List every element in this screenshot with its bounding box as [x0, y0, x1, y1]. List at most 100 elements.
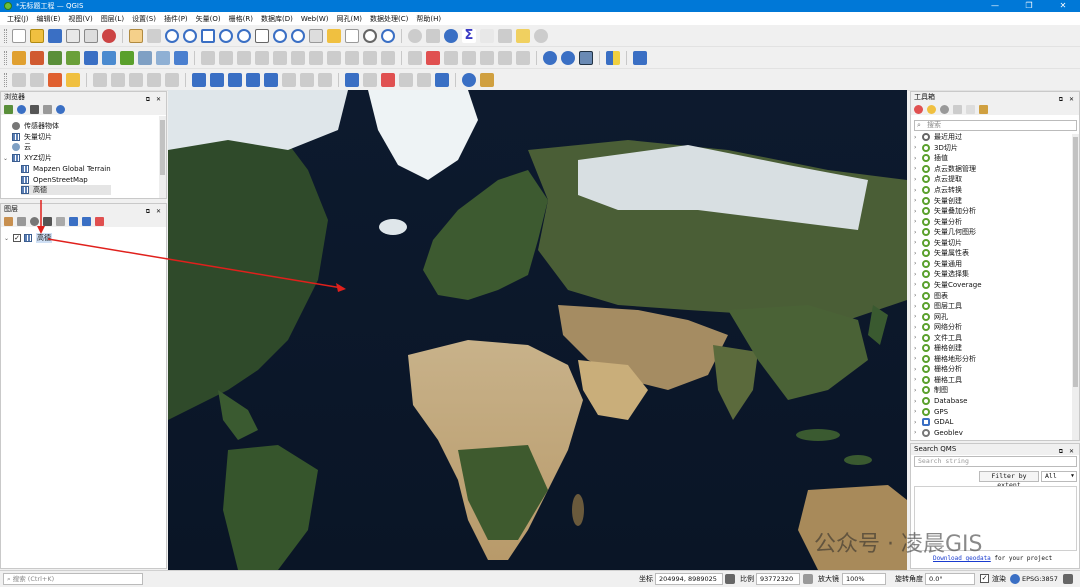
toolbar-grip[interactable]	[4, 28, 7, 43]
filter-icon[interactable]	[30, 104, 39, 114]
toolbox-group-item[interactable]: › 栅格分析	[914, 364, 962, 375]
toolbox-group-item[interactable]: › GDAL	[914, 417, 953, 428]
redo-icon[interactable]	[381, 50, 395, 65]
options-icon[interactable]	[979, 104, 988, 114]
select-by-value-icon[interactable]	[30, 72, 44, 87]
locator-search-input[interactable]: ⌕ 搜索 (Ctrl+K)	[3, 573, 143, 585]
new-project-icon[interactable]	[12, 28, 26, 43]
satellite-world-map[interactable]	[168, 90, 907, 570]
expand-arrow-icon[interactable]: ›	[914, 345, 922, 352]
toolbox-group-item[interactable]: › 网络分析	[914, 322, 962, 333]
toolbox-group-item[interactable]: › 文件工具	[914, 332, 962, 343]
menu-processing[interactable]: 数据处理(C)	[366, 14, 412, 24]
qms-panel-icon[interactable]	[579, 50, 593, 65]
expand-arrow-icon[interactable]: ›	[914, 155, 922, 162]
expand-arrow-icon[interactable]: ›	[914, 366, 922, 373]
toolbox-group-item[interactable]: › 点云转换	[914, 185, 962, 196]
map-tips-icon[interactable]	[516, 28, 530, 43]
add-vector-layer-icon[interactable]	[30, 50, 44, 65]
text-annotation-icon[interactable]	[192, 72, 206, 87]
browser-item[interactable]: OpenStreetMap	[21, 175, 88, 185]
expand-arrow-icon[interactable]: ›	[914, 260, 922, 267]
info-icon[interactable]	[462, 72, 476, 87]
expand-arrow-icon[interactable]: ›	[914, 218, 922, 225]
menu-plugins[interactable]: 插件(P)	[160, 14, 192, 24]
coordinate-toggle-icon[interactable]	[725, 574, 735, 584]
label-show-hide-icon[interactable]	[462, 50, 476, 65]
add-mesh-layer-icon[interactable]	[66, 50, 80, 65]
crs-label[interactable]: EPSG:3857	[1022, 574, 1058, 585]
filter-select[interactable]: All ▼	[1041, 471, 1077, 482]
qms-search-input[interactable]: Search string	[914, 456, 1077, 467]
toolbox-group-item[interactable]: › 插值	[914, 153, 948, 164]
advanced-digitize-icon[interactable]	[93, 72, 107, 87]
toolbox-group-item[interactable]: › 栅格地形分析	[914, 354, 976, 365]
toolbox-search-input[interactable]: ⌕ 搜索	[914, 120, 1077, 131]
toolbox-group-item[interactable]: › Database	[914, 396, 967, 407]
remove-layer-icon[interactable]	[95, 216, 104, 226]
maximize-button[interactable]: ❐	[1012, 0, 1046, 12]
toolbox-scrollbar[interactable]	[1072, 134, 1079, 440]
digitize-icon[interactable]	[201, 50, 215, 65]
pan-hand-icon[interactable]	[129, 28, 143, 43]
select-features-icon[interactable]	[12, 72, 26, 87]
render-checkbox[interactable]: ✓	[980, 574, 989, 583]
toolbox-group-item[interactable]: › Geoblev	[914, 427, 963, 438]
toolbox-group-item[interactable]: › 矢量Coverage	[914, 280, 982, 291]
zoom-out-icon[interactable]	[183, 28, 197, 43]
toolbar-grip[interactable]	[4, 72, 7, 87]
label-move-icon[interactable]	[480, 50, 494, 65]
add-wfs-icon[interactable]	[156, 50, 170, 65]
attributes-table-icon[interactable]	[426, 28, 440, 43]
toolbox-group-item[interactable]: › 栅格工具	[914, 375, 962, 386]
add-feature-icon[interactable]	[255, 50, 269, 65]
data-source-manager-icon[interactable]	[12, 50, 26, 65]
manage-visibility-icon[interactable]	[30, 216, 39, 226]
toolbox-group-item[interactable]: › 矢量分析	[914, 216, 962, 227]
node-tool-icon[interactable]	[264, 72, 278, 87]
delete-selected-icon[interactable]	[291, 50, 305, 65]
expand-arrow-icon[interactable]: ›	[914, 271, 922, 278]
scrollbar-thumb[interactable]	[160, 120, 165, 175]
browser-item[interactable]: Mapzen Global Terrain	[21, 164, 111, 174]
help-icon[interactable]	[633, 50, 647, 65]
add-group-icon[interactable]	[17, 216, 26, 226]
toolbox-group-item[interactable]: › 矢量切片	[914, 238, 962, 249]
browser-scrollbar[interactable]	[159, 116, 166, 198]
toolbox-group-item[interactable]: › 图表	[914, 290, 948, 301]
save-project-icon[interactable]	[48, 28, 62, 43]
expand-arrow-icon[interactable]: ›	[914, 197, 922, 204]
menu-mesh[interactable]: 网孔(M)	[332, 14, 366, 24]
toolbox-group-item[interactable]: › 网孔	[914, 311, 948, 322]
menu-edit[interactable]: 编辑(E)	[33, 14, 65, 24]
label-rotate-icon[interactable]	[498, 50, 512, 65]
add-spatialite-icon[interactable]	[84, 50, 98, 65]
expand-arrow-icon[interactable]: ›	[914, 303, 922, 310]
expand-arrow-icon[interactable]: ›	[914, 334, 922, 341]
label-tool-icon[interactable]	[408, 50, 422, 65]
pan-to-selection-icon[interactable]	[147, 28, 161, 43]
map-canvas[interactable]	[168, 90, 907, 570]
zoom-next-icon[interactable]	[291, 28, 305, 43]
expand-arrow-icon[interactable]: ›	[914, 281, 922, 288]
toolbox-group-item[interactable]: › 3D切片	[914, 143, 958, 154]
toolbox-group-item[interactable]: › 矢量通用	[914, 259, 962, 270]
expand-arrow-icon[interactable]: ›	[914, 355, 922, 362]
zoom-selection-icon[interactable]	[219, 28, 233, 43]
measure-area-icon[interactable]	[228, 72, 242, 87]
menu-help[interactable]: 帮助(H)	[412, 14, 445, 24]
toolbox-group-item[interactable]: › 矢量创建	[914, 195, 962, 206]
browser-item-selected[interactable]: 高德	[21, 185, 111, 195]
toolbar-grip[interactable]	[4, 50, 7, 65]
zoom-layer-icon[interactable]	[237, 28, 251, 43]
toolbox-group-item[interactable]: › 点云数据管理	[914, 164, 976, 175]
qms-settings-icon[interactable]	[561, 50, 575, 65]
statistics-sigma-icon[interactable]: Σ	[462, 28, 476, 43]
rotation-field[interactable]: 0.0°	[925, 573, 975, 585]
add-raster-layer-icon[interactable]	[48, 50, 62, 65]
expand-arrow-icon[interactable]: ›	[914, 144, 922, 151]
layer-visibility-checkbox[interactable]: ✓	[13, 234, 21, 242]
expand-arrow-icon[interactable]: ›	[914, 324, 922, 331]
add-delimited-text-icon[interactable]	[120, 50, 134, 65]
expand-arrow-icon[interactable]: ⌄	[4, 235, 13, 242]
